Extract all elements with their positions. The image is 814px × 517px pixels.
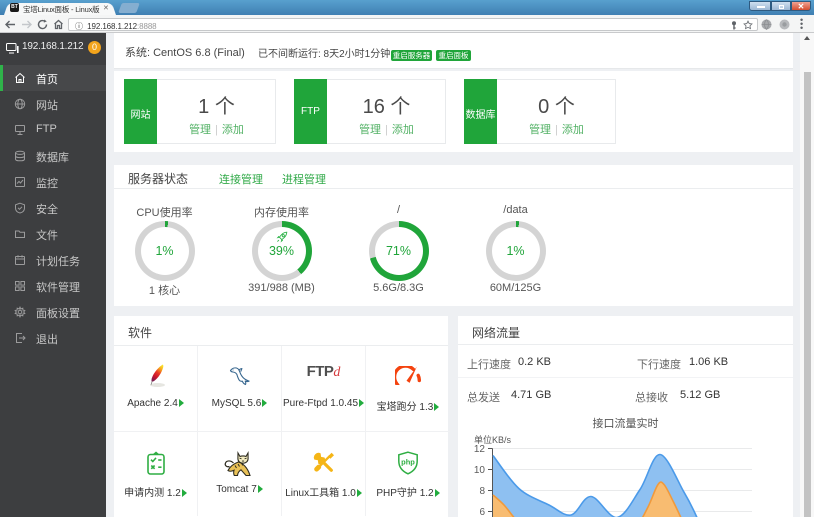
- svg-text:php: php: [401, 458, 415, 467]
- svg-text:12: 12: [474, 444, 486, 455]
- svg-text:8: 8: [479, 486, 485, 497]
- svg-text:6: 6: [479, 507, 485, 517]
- svg-text:10: 10: [474, 465, 486, 476]
